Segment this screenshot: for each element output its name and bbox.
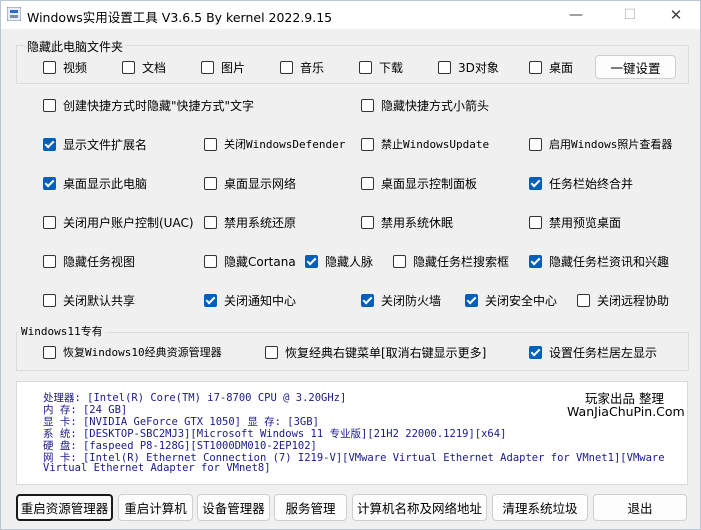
device-manager-button[interactable]: 设备管理器 (197, 494, 270, 521)
checkbox-downloads[interactable]: 下载 (359, 59, 403, 75)
checkbox-classic-context-menu[interactable]: 恢复经典右键菜单[取消右键显示更多] (265, 344, 486, 360)
checkbox-disable-remote[interactable]: 关闭远程协助 (577, 292, 669, 308)
checkbox-disable-hibernate[interactable]: 禁用系统休眠 (361, 214, 453, 230)
checkbox-icon (43, 215, 56, 229)
checkbox-icon (438, 60, 451, 74)
checkbox-show-extension[interactable]: 显示文件扩展名 (43, 136, 147, 152)
checkbox-icon (280, 60, 293, 74)
close-icon[interactable]: ✕ (653, 1, 699, 29)
app-window: Windows实用设置工具 V3.6.5 By kernel 2022.9.15… (0, 0, 701, 530)
checkbox-checked-icon (465, 293, 478, 307)
checkbox-icon (361, 215, 374, 229)
checkbox-taskbar-combine[interactable]: 任务栏始终合并 (529, 175, 633, 191)
checkbox-icon (577, 293, 590, 307)
checkbox-disable-notify[interactable]: 关闭通知中心 (204, 292, 296, 308)
checkbox-checked-icon (529, 254, 542, 268)
checkbox-hide-taskview[interactable]: 隐藏任务视图 (43, 253, 135, 269)
checkbox-disable-preview[interactable]: 禁用预览桌面 (529, 214, 621, 230)
checkbox-icon (361, 176, 374, 190)
checkbox-icon (43, 254, 56, 268)
restart-pc-button[interactable]: 重启计算机 (118, 494, 193, 521)
restart-explorer-button[interactable]: 重启资源管理器 (16, 494, 113, 521)
checkbox-checked-icon (43, 176, 56, 190)
checkbox-photo-viewer[interactable]: 启用Windows照片查看器 (529, 136, 672, 152)
minimize-icon[interactable]: — (553, 1, 599, 29)
checkbox-desktop-pc[interactable]: 桌面显示此电脑 (43, 175, 147, 191)
checkbox-hide-people[interactable]: 隐藏人脉 (305, 253, 373, 269)
checkbox-disable-update[interactable]: 禁止WindowsUpdate (361, 136, 489, 152)
checkbox-checked-icon (529, 176, 542, 190)
checkbox-icon (529, 137, 542, 151)
checkbox-icon (204, 176, 217, 190)
checkbox-video[interactable]: 视频 (43, 59, 87, 75)
checkbox-desktop-control-panel[interactable]: 桌面显示控制面板 (361, 175, 477, 191)
checkbox-disable-defender[interactable]: 关闭WindowsDefender (204, 136, 345, 152)
checkbox-disable-uac[interactable]: 关闭用户账户控制(UAC) (43, 214, 194, 230)
checkbox-icon (204, 137, 217, 151)
win11-group-label: Windows11专有 (19, 323, 105, 339)
checkbox-shortcut-text[interactable]: 创建快捷方式时隐藏"快捷方式"文字 (43, 97, 254, 113)
checkbox-icon (43, 60, 56, 74)
maximize-icon[interactable]: ☐ (607, 1, 653, 29)
checkbox-icon (529, 60, 542, 74)
one-click-setup-button[interactable]: 一键设置 (595, 55, 676, 79)
checkbox-icon (43, 98, 56, 112)
checkbox-documents[interactable]: 文档 (122, 59, 166, 75)
checkbox-icon (361, 137, 374, 151)
checkbox-checked-icon (305, 254, 318, 268)
checkbox-checked-icon (361, 293, 374, 307)
checkbox-hide-cortana[interactable]: 隐藏Cortana (204, 253, 296, 269)
app-icon (7, 7, 21, 21)
hide-folders-label: 隐藏此电脑文件夹 (25, 38, 126, 55)
clean-junk-button[interactable]: 清理系统垃圾 (492, 494, 588, 521)
pc-name-network-button[interactable]: 计算机名称及网络地址 (352, 494, 487, 521)
checkbox-shortcut-arrow[interactable]: 隐藏快捷方式小箭头 (361, 97, 489, 113)
checkbox-music[interactable]: 音乐 (280, 59, 324, 75)
checkbox-checked-icon (529, 345, 542, 359)
checkbox-pictures[interactable]: 图片 (201, 59, 245, 75)
checkbox-win10-explorer[interactable]: 恢复Windows10经典资源管理器 (43, 344, 222, 360)
checkbox-hide-news[interactable]: 隐藏任务栏资讯和兴趣 (529, 253, 669, 269)
brand-url[interactable]: WanJiaChuPin.Com (567, 404, 685, 419)
checkbox-icon (204, 215, 217, 229)
checkbox-icon (204, 254, 217, 268)
checkbox-icon (265, 345, 278, 359)
checkbox-disable-share[interactable]: 关闭默认共享 (43, 292, 135, 308)
checkbox-3d-objects[interactable]: 3D对象 (438, 59, 499, 75)
network-info-cont: Virtual Ethernet Adapter for VMnet8] (43, 462, 271, 474)
window-title: Windows实用设置工具 V3.6.5 By kernel 2022.9.15 (27, 10, 333, 25)
checkbox-icon (43, 293, 56, 307)
exit-button[interactable]: 退出 (593, 494, 687, 521)
checkbox-checked-icon (204, 293, 217, 307)
checkbox-icon (201, 60, 214, 74)
checkbox-icon (122, 60, 135, 74)
checkbox-hide-searchbox[interactable]: 隐藏任务栏搜索框 (393, 253, 509, 269)
service-manager-button[interactable]: 服务管理 (274, 494, 347, 521)
checkbox-taskbar-left[interactable]: 设置任务栏居左显示 (529, 344, 657, 360)
checkbox-checked-icon (43, 137, 56, 151)
checkbox-icon (359, 60, 372, 74)
checkbox-icon (393, 254, 406, 268)
checkbox-disable-restore[interactable]: 禁用系统还原 (204, 214, 296, 230)
system-info-panel: 处理器: [Intel(R) Core(TM) i7-8700 CPU @ 3.… (16, 381, 688, 485)
checkbox-icon (43, 345, 56, 359)
checkbox-desktop[interactable]: 桌面 (529, 59, 573, 75)
checkbox-desktop-network[interactable]: 桌面显示网络 (204, 175, 296, 191)
checkbox-icon (361, 98, 374, 112)
title-bar: Windows实用设置工具 V3.6.5 By kernel 2022.9.15… (1, 1, 700, 29)
checkbox-icon (529, 215, 542, 229)
checkbox-disable-firewall[interactable]: 关闭防火墙 (361, 292, 441, 308)
checkbox-disable-security[interactable]: 关闭安全中心 (465, 292, 557, 308)
